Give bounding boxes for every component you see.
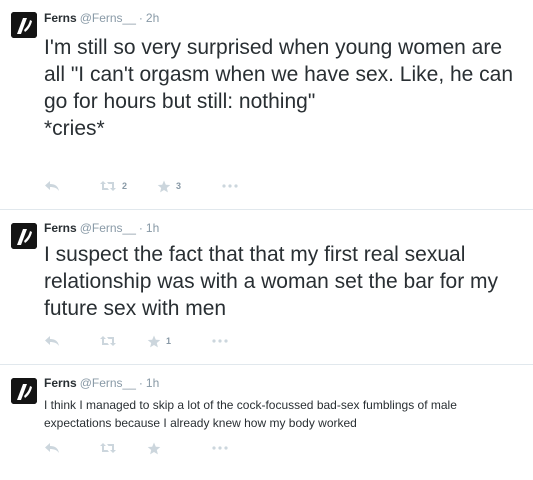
display-name[interactable]: Ferns: [44, 11, 77, 25]
retweet-button[interactable]: 2: [99, 178, 127, 194]
reply-button[interactable]: [44, 178, 60, 194]
tweet-header: Ferns @Ferns__ · 1h: [44, 375, 159, 391]
user-handle[interactable]: @Ferns__: [80, 376, 136, 390]
tweet-text: I think I managed to skip a lot of the c…: [44, 398, 461, 430]
user-handle[interactable]: @Ferns__: [80, 221, 136, 235]
star-icon: [147, 335, 161, 347]
user-handle[interactable]: @Ferns__: [80, 11, 136, 25]
tweet-text: I suspect the fact that that my first re…: [44, 243, 504, 320]
tweet[interactable]: Ferns @Ferns__ · 2h I'm still so very surpr…: [0, 0, 533, 210]
tweet-text: I'm still so very surprised when young w…: [44, 36, 514, 140]
more-icon: [222, 184, 238, 188]
star-icon: [157, 180, 171, 192]
favorite-count: 1: [166, 336, 172, 346]
avatar-logo-icon: [11, 223, 37, 249]
display-name[interactable]: Ferns: [44, 221, 77, 235]
avatar[interactable]: [11, 223, 37, 249]
reply-button[interactable]: [44, 333, 60, 349]
avatar[interactable]: [11, 378, 37, 404]
more-icon: [212, 339, 228, 343]
reply-icon: [45, 181, 59, 191]
reply-button[interactable]: [44, 440, 60, 456]
more-button[interactable]: [212, 440, 228, 456]
retweet-button[interactable]: [99, 333, 122, 349]
avatar[interactable]: [11, 12, 37, 38]
separator-dot: ·: [138, 11, 143, 25]
tweet-actions: 2 3: [44, 178, 304, 194]
separator-dot: ·: [138, 376, 143, 390]
tweet[interactable]: Ferns @Ferns__ · 1h I suspect the fact that…: [0, 210, 533, 365]
favorite-count: 3: [176, 181, 182, 191]
tweet[interactable]: Ferns @Ferns__ · 1h I think I managed to sk…: [0, 365, 533, 480]
timestamp[interactable]: 2h: [146, 11, 159, 25]
retweet-icon: [100, 443, 116, 453]
timestamp[interactable]: 1h: [146, 376, 159, 390]
retweet-icon: [100, 181, 116, 191]
tweet-actions: 1: [44, 333, 304, 349]
retweet-icon: [100, 336, 116, 346]
tweet-header: Ferns @Ferns__ · 2h: [44, 10, 159, 26]
retweet-count: 2: [122, 181, 128, 191]
separator-dot: ·: [138, 221, 143, 235]
display-name[interactable]: Ferns: [44, 376, 77, 390]
retweet-button[interactable]: [99, 440, 122, 456]
timestamp[interactable]: 1h: [146, 221, 159, 235]
favorite-button[interactable]: 1: [147, 333, 171, 349]
timeline: Ferns @Ferns__ · 2h I'm still so very surpr…: [0, 0, 533, 480]
favorite-button[interactable]: [147, 440, 166, 456]
more-button[interactable]: [222, 178, 238, 194]
avatar-logo-icon: [11, 378, 37, 404]
reply-icon: [45, 443, 59, 453]
star-icon: [147, 442, 161, 454]
more-icon: [212, 446, 228, 450]
avatar-logo-icon: [11, 12, 37, 38]
reply-icon: [45, 336, 59, 346]
tweet-header: Ferns @Ferns__ · 1h: [44, 220, 159, 236]
tweet-actions: [44, 440, 304, 456]
more-button[interactable]: [212, 333, 228, 349]
favorite-button[interactable]: 3: [157, 178, 181, 194]
